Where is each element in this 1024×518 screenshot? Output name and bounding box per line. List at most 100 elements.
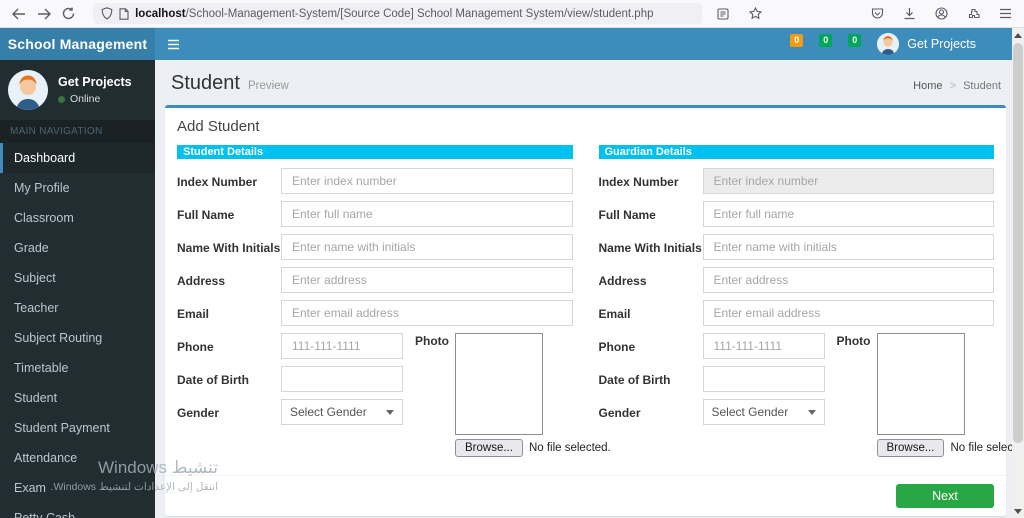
- sidebar-item-petty-cash[interactable]: Petty Cash: [0, 503, 155, 518]
- app-header: School Management 0 0 0 Get Projects: [0, 28, 1024, 60]
- account-icon[interactable]: [928, 3, 954, 25]
- guardian-phone-input[interactable]: [702, 333, 825, 359]
- photo-label: Photo: [415, 334, 449, 348]
- field-label: Email: [598, 307, 631, 321]
- sidebar-toggle-icon[interactable]: [167, 39, 187, 50]
- breadcrumb-current: Student: [963, 80, 1001, 92]
- field-label: Index Number: [177, 175, 258, 189]
- breadcrumb-separator: >: [949, 80, 957, 92]
- add-student-card: Add Student Student Details Index Number…: [165, 105, 1024, 516]
- field-label: Phone: [177, 340, 214, 354]
- scroll-up-icon[interactable]: [1012, 28, 1024, 42]
- chevron-down-icon: [386, 409, 394, 415]
- main-content: Student Preview Home > Student Add Stude…: [155, 60, 1024, 518]
- chevron-down-icon: [807, 409, 816, 415]
- url-path: /School-Management-System/[Source Code] …: [185, 7, 654, 20]
- back-icon[interactable]: [6, 3, 31, 25]
- page-subtitle: Preview: [247, 80, 289, 92]
- next-button[interactable]: Next: [896, 484, 994, 508]
- field-label: Phone: [598, 340, 636, 354]
- messages-badge[interactable]: 0: [790, 33, 804, 47]
- extensions-icon[interactable]: [960, 3, 986, 25]
- guardian-photo-preview: [876, 333, 965, 435]
- student-phone-input[interactable]: [281, 333, 403, 359]
- guardian-photo-group: Photo Browse... No file selected.: [837, 333, 1024, 457]
- student-initials-input[interactable]: [281, 234, 573, 260]
- sidebar-item-timetable[interactable]: Timetable: [0, 353, 155, 383]
- student-browse-button[interactable]: Browse...: [455, 439, 523, 457]
- sidebar-item-subject-routing[interactable]: Subject Routing: [0, 323, 155, 353]
- card-title: Add Student: [177, 118, 260, 135]
- guardian-gender-select[interactable]: Select Gender: [702, 399, 825, 425]
- notifications-badge[interactable]: 0: [819, 33, 833, 47]
- guardian-dob-input[interactable]: [702, 366, 825, 392]
- guardian-email-input[interactable]: [702, 300, 994, 326]
- student-photo-preview: [455, 333, 543, 435]
- student-details-header: Student Details: [177, 145, 573, 159]
- url-host: localhost: [135, 7, 186, 20]
- top-navbar: 0 0 0 Get Projects: [155, 28, 1024, 60]
- sidebar-item-teacher[interactable]: Teacher: [0, 293, 155, 323]
- sidebar-item-grade[interactable]: Grade: [0, 233, 155, 263]
- user-menu-label: Get Projects: [907, 37, 976, 51]
- page-icon: [119, 7, 129, 20]
- guardian-details-header: Guardian Details: [598, 145, 994, 159]
- student-index-input[interactable]: [281, 168, 573, 194]
- tasks-badge[interactable]: 0: [848, 33, 862, 47]
- guardian-full-name-input[interactable]: [702, 201, 994, 227]
- shield-icon[interactable]: [101, 7, 113, 20]
- field-label: Full Name: [598, 208, 656, 222]
- window-scrollbar[interactable]: [1012, 28, 1024, 518]
- pocket-icon[interactable]: [864, 3, 890, 25]
- breadcrumb: Home > Student: [913, 80, 1001, 92]
- guardian-address-input[interactable]: [702, 267, 994, 293]
- user-menu[interactable]: Get Projects: [877, 33, 976, 55]
- browser-toolbar: localhost/School-Management-System/[Sour…: [0, 0, 1024, 28]
- sidebar-user-status[interactable]: Online: [58, 93, 132, 105]
- page-title: Student: [171, 72, 240, 94]
- guardian-browse-button[interactable]: Browse...: [876, 439, 945, 457]
- sidebar-item-student[interactable]: Student: [0, 383, 155, 413]
- student-gender-select[interactable]: Select Gender: [281, 399, 403, 425]
- student-dob-input[interactable]: [281, 366, 403, 392]
- field-label: Gender: [177, 406, 220, 420]
- online-dot-icon: [58, 95, 65, 103]
- sidebar-nav-header: MAIN NAVIGATION: [0, 120, 155, 143]
- sidebar-user-name: Get Projects: [58, 75, 132, 89]
- address-bar[interactable]: localhost/School-Management-System/[Sour…: [93, 3, 703, 24]
- sidebar-item-my-profile[interactable]: My Profile: [0, 173, 155, 203]
- menu-icon[interactable]: [992, 3, 1018, 25]
- field-label: Date of Birth: [598, 373, 671, 387]
- photo-label: Photo: [836, 334, 871, 348]
- sidebar-item-subject[interactable]: Subject: [0, 263, 155, 293]
- avatar: [877, 33, 900, 55]
- forward-icon[interactable]: [31, 3, 56, 25]
- reload-icon[interactable]: [56, 3, 81, 25]
- downloads-icon[interactable]: [896, 3, 922, 25]
- sidebar-item-dashboard[interactable]: Dashboard: [0, 143, 155, 173]
- guardian-index-input: [702, 168, 994, 194]
- scrollbar-thumb[interactable]: [1013, 43, 1023, 443]
- guardian-initials-input[interactable]: [702, 234, 994, 260]
- avatar: [8, 70, 48, 110]
- sidebar-item-student-payment[interactable]: Student Payment: [0, 413, 155, 443]
- field-label: Address: [598, 274, 647, 288]
- field-label: Date of Birth: [177, 373, 249, 387]
- sidebar-item-exam[interactable]: Exam: [0, 473, 155, 503]
- field-label: Name With Initials: [598, 241, 702, 255]
- field-label: Full Name: [177, 208, 235, 222]
- student-address-input[interactable]: [281, 267, 573, 293]
- app-brand[interactable]: School Management: [0, 28, 155, 60]
- field-label: Name With Initials: [177, 241, 281, 255]
- sidebar-item-attendance[interactable]: Attendance: [0, 443, 155, 473]
- scroll-down-icon[interactable]: [1012, 504, 1024, 518]
- student-full-name-input[interactable]: [281, 201, 573, 227]
- field-label: Gender: [598, 406, 641, 420]
- student-email-input[interactable]: [281, 300, 573, 326]
- sidebar-item-classroom[interactable]: Classroom: [0, 203, 155, 233]
- reader-view-icon[interactable]: [710, 3, 736, 25]
- bookmark-star-icon[interactable]: [742, 3, 768, 25]
- sidebar-menu: Dashboard My Profile Classroom Grade Sub…: [0, 143, 155, 518]
- field-label: Email: [177, 307, 210, 321]
- breadcrumb-home[interactable]: Home: [913, 80, 942, 92]
